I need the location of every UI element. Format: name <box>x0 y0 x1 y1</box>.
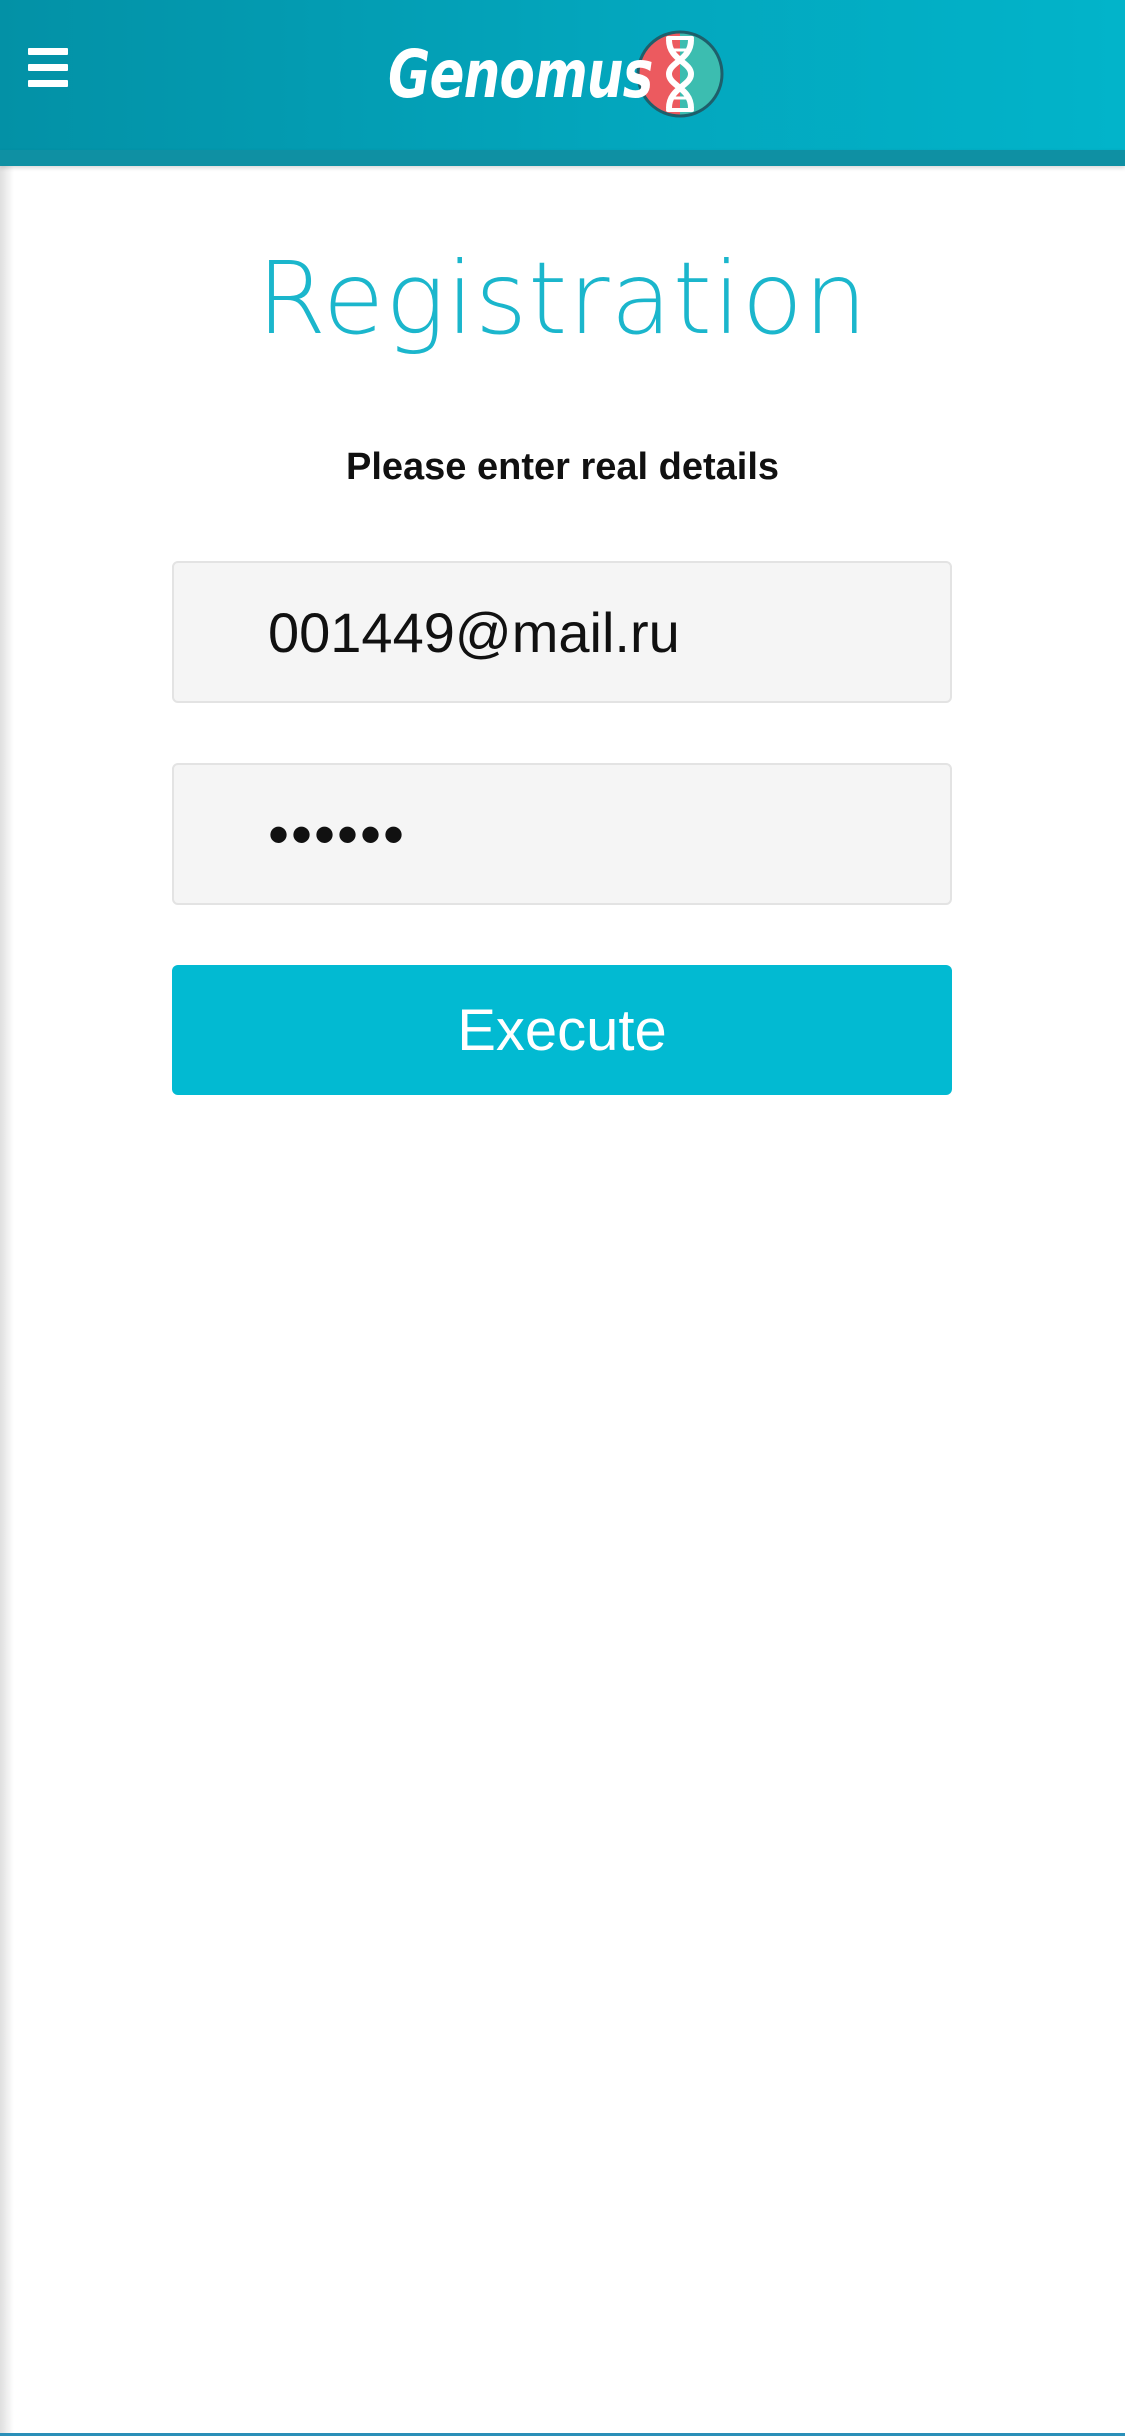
header-band <box>0 150 1125 166</box>
execute-button[interactable]: Execute <box>172 965 952 1095</box>
app-logo[interactable]: Genomus <box>388 26 724 122</box>
password-field[interactable] <box>172 763 952 905</box>
logo-text: Genomus <box>388 35 653 113</box>
page-subtitle: Please enter real details <box>345 446 780 488</box>
menu-button[interactable] <box>22 44 78 92</box>
app-header: Genomus <box>0 0 1125 150</box>
edge-shadow <box>0 0 14 2436</box>
page-title: Registration <box>256 240 869 357</box>
email-field[interactable] <box>172 561 952 703</box>
